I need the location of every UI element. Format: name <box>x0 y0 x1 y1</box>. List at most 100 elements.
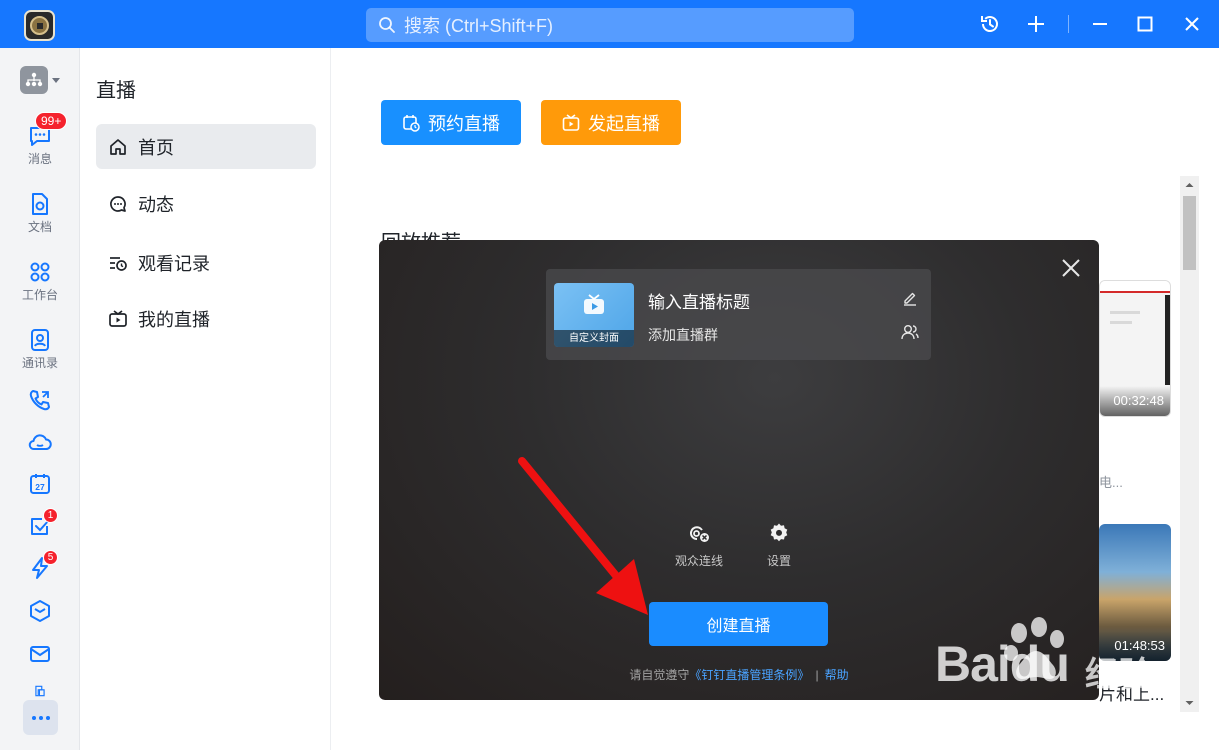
nav-label-feed: 动态 <box>138 194 174 215</box>
more-apps-button[interactable] <box>23 700 58 735</box>
edit-title-button[interactable] <box>902 290 918 311</box>
live-title-input[interactable]: 输入直播标题 <box>648 288 750 313</box>
schedule-live-button[interactable]: 预约直播 <box>381 100 521 145</box>
nav-item-home[interactable]: 首页 <box>96 124 316 169</box>
cloud-icon <box>28 434 52 450</box>
mail-icon <box>30 646 50 662</box>
ellipsis-icon <box>31 715 50 720</box>
ding-badge: 5 <box>43 550 58 565</box>
rail-item-docs[interactable]: 文档 <box>0 192 80 235</box>
audience-connect-icon <box>689 526 709 542</box>
settings-option[interactable]: 设置 <box>767 522 791 569</box>
baidu-watermark: Baidu 经验 jingyan.baidu.com <box>935 615 1215 750</box>
schedule-live-label: 预约直播 <box>428 113 500 134</box>
calendar-icon: 27 <box>30 474 50 494</box>
link-app-icon <box>35 685 45 697</box>
audience-connect-option[interactable]: 观众连线 <box>675 522 723 569</box>
scroll-up-icon <box>1185 183 1194 187</box>
pencil-icon <box>904 292 916 306</box>
minimize-icon <box>1093 23 1107 25</box>
cube-icon <box>30 600 50 622</box>
rail-item-contacts[interactable]: 通讯录 <box>0 328 80 371</box>
rail-item-mail[interactable] <box>0 642 80 666</box>
create-live-button[interactable]: 创建直播 <box>649 602 828 646</box>
rail-item-workbench[interactable]: 工作台 <box>0 260 80 303</box>
home-icon <box>110 138 126 155</box>
rail-item-cloud[interactable] <box>0 430 80 454</box>
close-window-button[interactable] <box>1180 12 1204 36</box>
live-tv-icon <box>562 113 580 131</box>
tv-play-icon <box>584 294 604 314</box>
watermark-url: jingyan.baidu.com <box>937 701 1099 723</box>
maximize-icon <box>1137 16 1153 32</box>
titlebar-divider <box>1068 15 1069 33</box>
add-button[interactable] <box>1024 12 1048 36</box>
replay-card-desc: 电... <box>1099 475 1123 490</box>
watermark-brand: Baidu <box>935 636 1070 692</box>
custom-cover[interactable]: 自定义封面 <box>554 283 634 347</box>
rules-link[interactable]: 《钉钉直播管理条例》 <box>689 668 809 682</box>
video-duration: 00:32:48 <box>1113 393 1164 408</box>
search-input[interactable]: 搜索 (Ctrl+Shift+F) <box>366 8 854 42</box>
live-subnav: 直播 首页 动态 观看记录 我的直播 <box>81 48 331 750</box>
scroll-thumb[interactable] <box>1183 196 1196 270</box>
thumb-sidebar <box>1165 295 1170 385</box>
tv-icon <box>109 309 127 327</box>
rail-item-calendar[interactable]: 27 <box>0 472 80 496</box>
group-icon <box>901 325 919 340</box>
rail-item-ding[interactable]: 5 <box>0 550 80 580</box>
nav-label-history: 观看记录 <box>138 253 210 274</box>
chat-bubble-icon <box>110 195 126 212</box>
grid-apps-icon <box>30 262 50 282</box>
rail-label-workbench: 工作台 <box>21 288 58 302</box>
nav-item-my-live[interactable]: 我的直播 <box>96 296 316 341</box>
org-chart-icon <box>25 72 42 87</box>
live-group-input[interactable]: 添加直播群 <box>648 325 718 345</box>
org-switcher[interactable] <box>0 66 80 94</box>
phone-call-icon <box>29 390 50 411</box>
annotation-arrow-icon <box>518 457 648 615</box>
search-placeholder: 搜索 (Ctrl+Shift+F) <box>404 16 554 36</box>
contacts-icon <box>31 329 49 351</box>
nav-item-feed[interactable]: 动态 <box>96 181 316 226</box>
live-info-card: 自定义封面 输入直播标题 添加直播群 <box>546 269 931 360</box>
start-live-label: 发起直播 <box>588 113 660 134</box>
svg-text:27: 27 <box>35 482 45 492</box>
nav-item-history[interactable]: 观看记录 <box>96 240 316 285</box>
rail-item-calls[interactable] <box>0 388 80 412</box>
help-link[interactable]: 帮助 <box>825 668 849 682</box>
cover-label: 自定义封面 <box>554 330 634 347</box>
audience-connect-label: 观众连线 <box>675 554 724 568</box>
rail-label-docs: 文档 <box>27 220 52 234</box>
add-group-button[interactable] <box>901 324 919 345</box>
gear-icon <box>770 523 788 542</box>
subnav-title: 直播 <box>96 80 136 102</box>
thumb-line <box>1110 311 1140 314</box>
org-avatar <box>19 66 48 94</box>
title-bar: 搜索 (Ctrl+Shift+F) <box>0 0 1219 48</box>
dialog-close-button[interactable] <box>1059 256 1083 280</box>
replay-card-thumb[interactable]: 00:32:48 <box>1099 280 1171 417</box>
app-rail: 消息 99+ 文档 工作台 通讯录 27 1 5 <box>0 48 80 750</box>
app-logo[interactable] <box>24 10 55 41</box>
rail-item-messages[interactable]: 消息 99+ <box>0 112 80 167</box>
search-icon <box>379 17 395 33</box>
history-list-icon <box>110 256 127 271</box>
rail-item-todo[interactable]: 1 <box>0 508 80 538</box>
close-icon <box>1062 259 1080 277</box>
footer-prefix: 请自觉遵守 <box>629 668 690 682</box>
thumb-line <box>1110 321 1132 324</box>
close-icon <box>1185 17 1199 31</box>
caret-down-icon <box>51 78 60 83</box>
settings-label: 设置 <box>767 554 792 568</box>
history-button[interactable] <box>978 12 1002 36</box>
rail-item-teambition[interactable] <box>0 599 80 623</box>
maximize-button[interactable] <box>1133 12 1157 36</box>
footer-separator: | <box>815 668 819 682</box>
rail-label-contacts: 通讯录 <box>21 356 58 370</box>
start-live-button[interactable]: 发起直播 <box>541 100 681 145</box>
nav-label-my-live: 我的直播 <box>138 309 210 330</box>
rail-item-partial[interactable] <box>0 684 80 698</box>
minimize-button[interactable] <box>1088 12 1112 36</box>
calendar-clock-icon <box>403 114 420 132</box>
